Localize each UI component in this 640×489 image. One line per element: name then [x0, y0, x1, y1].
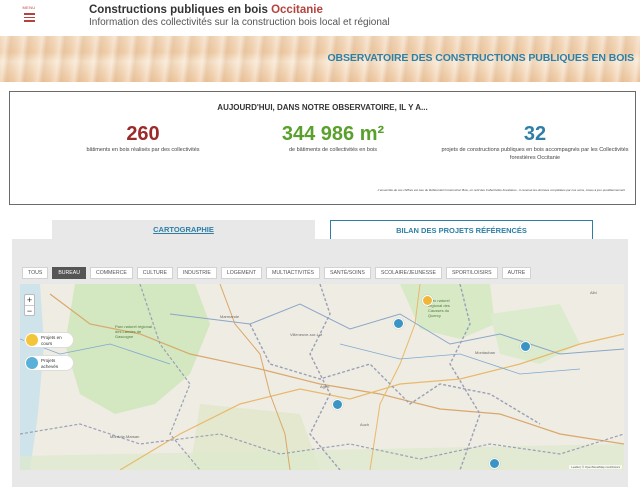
stat-area: 344 986 m² de bâtiments de collectivités… — [258, 122, 408, 154]
building-icon — [26, 357, 38, 369]
site-title-accent: Occitanie — [271, 4, 323, 16]
filter-bureau[interactable]: BUREAU — [52, 267, 86, 279]
tab-cartographie-label: CARTOGRAPHIE — [153, 225, 214, 234]
project-marker-acheve[interactable] — [332, 399, 343, 410]
filter-tous[interactable]: TOUS — [22, 267, 49, 279]
legend-projets-acheves[interactable]: Projets achevés — [24, 355, 74, 371]
stat-value: 32 — [523, 123, 547, 145]
building-icon — [26, 334, 38, 346]
legend-projets-en-cours[interactable]: Projets en cours — [24, 332, 74, 348]
map-label-auch: Auch — [360, 422, 370, 427]
site-header: MENU Constructions publiques en bois Occ… — [0, 0, 640, 36]
zoom-out-button[interactable]: − — [25, 305, 34, 316]
map-label-marmande: Marmande — [220, 314, 240, 319]
tab-cartographie[interactable]: CARTOGRAPHIE — [52, 220, 315, 239]
stats-footnote: L'ensemble de ces chiffres est issu du R… — [377, 188, 625, 192]
menu-label: MENU — [22, 5, 36, 10]
filter-logement[interactable]: LOGEMENT — [220, 267, 263, 279]
stats-box: AUJOURD'HUI, DANS NOTRE OBSERVATOIRE, IL… — [9, 91, 636, 205]
tab-bilan[interactable]: BILAN DES PROJETS RÉFÉRENCÉS — [330, 220, 593, 239]
legend-label: Projets achevés — [41, 358, 59, 369]
map-label-landes: Parc naturel régional des Landes de Gasc… — [115, 324, 152, 339]
filter-autre[interactable]: AUTRE — [501, 267, 532, 279]
filter-scolaire[interactable]: SCOLAIRE/JEUNESSE — [374, 267, 442, 279]
stat-value: 260 — [126, 123, 160, 145]
site-title-main: Constructions publiques en bois — [89, 4, 272, 16]
filter-multiactivites[interactable]: MULTIACTIVITÉS — [266, 267, 320, 279]
stat-caption: de bâtiments de collectivités en bois — [288, 147, 378, 153]
map-label-montauban: Montauban — [475, 350, 496, 355]
project-marker-acheve[interactable] — [393, 318, 404, 329]
banner-title: OBSERVATOIRE DES CONSTRUCTIONS PUBLIQUES… — [327, 52, 634, 64]
map-label-albi: Albi — [590, 290, 597, 295]
wood-banner: OBSERVATOIRE DES CONSTRUCTIONS PUBLIQUES… — [0, 36, 640, 82]
site-title[interactable]: Constructions publiques en bois Occitani… — [89, 4, 323, 16]
filter-industrie[interactable]: INDUSTRIE — [176, 267, 217, 279]
stat-caption: bâtiments en bois réalisés par des colle… — [86, 147, 200, 153]
project-marker-acheve[interactable] — [489, 458, 500, 469]
filter-sport[interactable]: SPORT/LOISIRS — [445, 267, 498, 279]
map-view[interactable]: + − Projets en cours Projets achevés Par… — [20, 284, 624, 470]
stat-projects: 32 projets de constructions publiques en… — [440, 122, 630, 162]
menu-button[interactable]: MENU — [18, 5, 40, 29]
map-label-mont-de-marsan: Mont-de-Marsan — [110, 434, 140, 439]
project-marker-acheve[interactable] — [520, 341, 531, 352]
hamburger-icon — [23, 13, 35, 22]
stat-caption: projets de constructions publiques en bo… — [441, 147, 629, 161]
filter-sante[interactable]: SANTÉ/SOINS — [324, 267, 371, 279]
category-filters: TOUS BUREAU COMMERCE CULTURE INDUSTRIE L… — [22, 267, 535, 280]
stat-buildings: 260 bâtiments en bois réalisés par des c… — [58, 122, 228, 154]
legend-label: Projets en cours — [41, 335, 62, 346]
site-subtitle: Information des collectivités sur la con… — [89, 17, 390, 28]
filter-culture[interactable]: CULTURE — [136, 267, 173, 279]
map-label-villeneuve: Villeneuve-sur-Lot — [290, 332, 323, 337]
stat-value: 344 986 m² — [281, 123, 385, 145]
project-marker-en-cours[interactable] — [422, 295, 433, 306]
stats-heading: AUJOURD'HUI, DANS NOTRE OBSERVATOIRE, IL… — [217, 103, 428, 112]
zoom-in-button[interactable]: + — [25, 295, 34, 305]
map-label-agen: Agen — [320, 384, 330, 389]
zoom-control: + − — [24, 294, 35, 316]
filter-commerce[interactable]: COMMERCE — [89, 267, 133, 279]
map-background — [20, 284, 624, 470]
map-attribution[interactable]: Leaflet | © OpenStreetMap contributors — [569, 465, 622, 469]
